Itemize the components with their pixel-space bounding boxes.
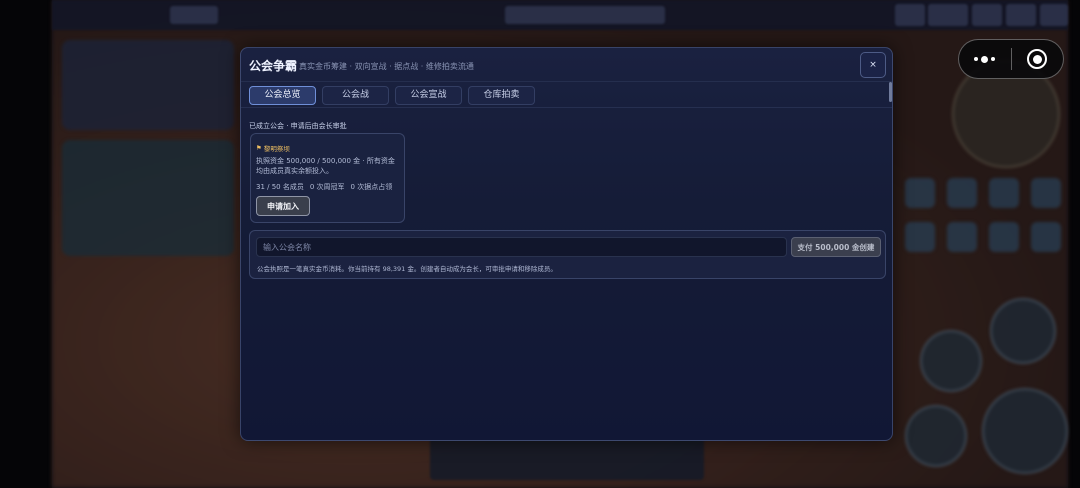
modal-header: 公会争霸 真实金币筹建 · 双向宣战 · 据点战 · 维修拍卖流通 × — [241, 48, 892, 82]
section-label: 已成立公会 · 申请后由会长审批 — [249, 122, 347, 130]
game-menu-icon — [1031, 178, 1061, 208]
tabs-divider — [241, 107, 892, 108]
exit-target-icon — [1027, 49, 1048, 69]
game-top-chip — [928, 4, 968, 26]
guild-weekly-wins: 0 次周冠军 — [309, 183, 345, 191]
game-menu-icon — [905, 222, 935, 252]
pay-create-button[interactable]: 支付 500,000 金创建 — [791, 237, 881, 257]
tab-bar: 公会总览 公会战 公会宣战 仓库拍卖 — [249, 86, 535, 105]
modal-subtitle: 真实金币筹建 · 双向宣战 · 据点战 · 维修拍卖流通 — [299, 62, 474, 71]
game-skill-button — [905, 405, 967, 467]
create-guild-panel: 支付 500,000 金创建 公会执照是一笔真实金币消耗。你当前持有 98,39… — [249, 230, 886, 279]
game-top-chip — [505, 6, 665, 24]
guild-stats: 31 / 50 名成员 0 次周冠军 0 次据点占领 — [256, 182, 392, 192]
guild-name-row: ⚑ 黎明祭坝 — [256, 143, 290, 153]
tab-guild-war[interactable]: 公会战 — [322, 86, 389, 105]
close-button[interactable]: × — [860, 52, 886, 78]
game-quest-panel — [62, 140, 234, 256]
scrollbar-thumb[interactable] — [889, 82, 892, 102]
guild-captures: 0 次据点占领 — [350, 183, 393, 191]
game-attack-button — [982, 388, 1068, 474]
apply-join-button[interactable]: 申请加入 — [256, 196, 310, 216]
game-menu-icon — [905, 178, 935, 208]
letterbox-right — [1068, 0, 1080, 488]
game-skill-button — [920, 330, 982, 392]
exit-button[interactable] — [1011, 40, 1063, 78]
guild-description: 执照资金 500,000 / 500,000 金 · 所有资金均由成员真实余额投… — [256, 157, 395, 175]
tab-guild-declare-war[interactable]: 公会宣战 — [395, 86, 462, 105]
game-menu-icon — [947, 222, 977, 252]
guild-card: ⚑ 黎明祭坝 执照资金 500,000 / 500,000 金 · 所有资金均由… — [250, 133, 405, 223]
more-dots-icon — [974, 55, 996, 63]
game-top-chip — [1040, 4, 1068, 26]
game-top-chip — [170, 6, 218, 24]
modal-title: 公会争霸 — [249, 59, 298, 73]
game-top-chip — [972, 4, 1002, 26]
game-player-panel — [62, 40, 234, 130]
flag-icon: ⚑ — [256, 144, 262, 152]
game-menu-icon — [989, 222, 1019, 252]
game-top-chip — [895, 4, 925, 26]
game-menu-icon — [989, 178, 1019, 208]
game-menu-icon — [947, 178, 977, 208]
tab-warehouse-auction[interactable]: 仓库拍卖 — [468, 86, 535, 105]
tab-guild-overview[interactable]: 公会总览 — [249, 86, 316, 105]
more-menu-button[interactable] — [959, 40, 1011, 78]
miniprogram-capsule — [958, 39, 1064, 79]
close-icon: × — [869, 60, 877, 70]
create-guild-note: 公会执照是一笔真实金币消耗。你当前持有 98,391 金。创建者自动成为会长，可… — [257, 265, 557, 273]
guild-member-count: 31 / 50 名成员 — [256, 183, 304, 191]
game-top-chip — [1006, 4, 1036, 26]
letterbox-left — [0, 0, 52, 488]
game-skill-button — [990, 298, 1056, 364]
guild-name: 黎明祭坝 — [263, 145, 290, 153]
game-menu-icon — [1031, 222, 1061, 252]
guild-war-modal: 公会争霸 真实金币筹建 · 双向宣战 · 据点战 · 维修拍卖流通 × 公会总览… — [240, 47, 893, 441]
game-chat-box — [430, 436, 704, 480]
guild-name-input[interactable] — [256, 237, 787, 257]
